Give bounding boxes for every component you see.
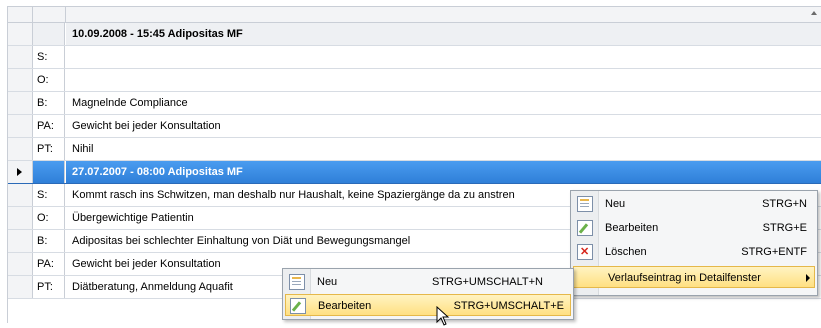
row-selector[interactable]: [8, 46, 33, 68]
submenu-item-new[interactable]: Neu STRG+UMSCHALT+N: [285, 271, 571, 293]
grid-column-header: [8, 7, 821, 23]
menu-item-new[interactable]: Neu STRG+N: [573, 193, 815, 215]
row-value: [66, 46, 821, 68]
submenu: Neu STRG+UMSCHALT+N Bearbeiten STRG+UMSC…: [282, 268, 574, 320]
menu-item-detail-window[interactable]: Verlaufseintrag im Detailfenster: [573, 266, 815, 288]
row-label: PT:: [33, 138, 65, 160]
label-column-header: [33, 7, 66, 22]
submenu-item-edit[interactable]: Bearbeiten STRG+UMSCHALT+E: [285, 294, 571, 316]
row-selector[interactable]: [8, 23, 33, 45]
delete-icon: [577, 244, 593, 260]
table-row[interactable]: PA: Gewicht bei jeder Konsultation: [8, 115, 821, 138]
row-selector[interactable]: [8, 276, 33, 298]
menu-item-label: Neu: [605, 198, 626, 210]
row-label: S:: [33, 46, 65, 68]
row-value: Nihil: [72, 143, 94, 155]
row-value: Magnelnde Compliance: [72, 97, 188, 109]
row-label: S:: [33, 184, 65, 206]
edit-icon: [577, 220, 593, 236]
menu-item-label: Neu: [317, 276, 338, 288]
row-selector[interactable]: [8, 115, 33, 137]
menu-item-label: Verlaufseintrag im Detailfenster: [608, 272, 761, 284]
menu-item-shortcut: STRG+UMSCHALT+N: [431, 276, 543, 288]
row-selector[interactable]: [8, 184, 33, 206]
entry-header-row-selected[interactable]: 27.07.2007 - 08:00 Adipositas MF: [8, 161, 821, 184]
table-row[interactable]: S:: [8, 46, 821, 69]
menu-item-delete[interactable]: Löschen STRG+ENTF: [573, 241, 815, 263]
context-menu: Neu STRG+N Bearbeiten STRG+E Löschen STR…: [570, 190, 818, 296]
row-label: PA:: [33, 253, 65, 275]
new-document-icon: [577, 196, 593, 212]
menu-item-label: Löschen: [605, 246, 647, 258]
scroll-up-arrow-icon[interactable]: [811, 11, 817, 15]
row-label: O:: [33, 69, 65, 91]
row-selector[interactable]: [8, 161, 33, 183]
row-selector[interactable]: [8, 253, 33, 275]
submenu-arrow-icon: [806, 274, 810, 282]
row-label: O:: [33, 207, 65, 229]
row-label: PT:: [33, 276, 65, 298]
menu-item-edit[interactable]: Bearbeiten STRG+E: [573, 217, 815, 239]
menu-item-label: Bearbeiten: [605, 222, 659, 234]
menu-item-label: Bearbeiten: [318, 300, 372, 312]
row-label: B:: [33, 92, 65, 114]
row-label: PA:: [33, 115, 65, 137]
mouse-pointer-icon: [436, 306, 450, 326]
new-document-icon: [289, 274, 305, 290]
menu-item-shortcut: STRG+E: [762, 222, 807, 234]
table-row[interactable]: B: Magnelnde Compliance: [8, 92, 821, 115]
table-row[interactable]: O:: [8, 69, 821, 92]
current-row-pointer-icon: [17, 168, 22, 176]
row-value: [66, 69, 821, 91]
row-label: [33, 161, 65, 183]
menu-item-shortcut: STRG+N: [762, 198, 807, 210]
table-row[interactable]: PT: Nihil: [8, 138, 821, 161]
entry-title: 10.09.2008 - 15:45 Adipositas MF: [66, 23, 821, 45]
row-selector[interactable]: [8, 92, 33, 114]
menu-item-shortcut: STRG+UMSCHALT+E: [453, 300, 564, 312]
row-value: Gewicht bei jeder Konsultation: [72, 120, 221, 132]
row-selector[interactable]: [8, 230, 33, 252]
row-label: [33, 23, 65, 45]
row-selector-header: [8, 7, 33, 22]
row-label: B:: [33, 230, 65, 252]
entry-title: 27.07.2007 - 08:00 Adipositas MF: [66, 161, 821, 183]
row-selector[interactable]: [8, 69, 33, 91]
entry-header-row[interactable]: 10.09.2008 - 15:45 Adipositas MF: [8, 23, 821, 46]
row-selector[interactable]: [8, 138, 33, 160]
edit-icon: [290, 298, 306, 314]
row-selector[interactable]: [8, 207, 33, 229]
menu-item-shortcut: STRG+ENTF: [741, 246, 807, 258]
